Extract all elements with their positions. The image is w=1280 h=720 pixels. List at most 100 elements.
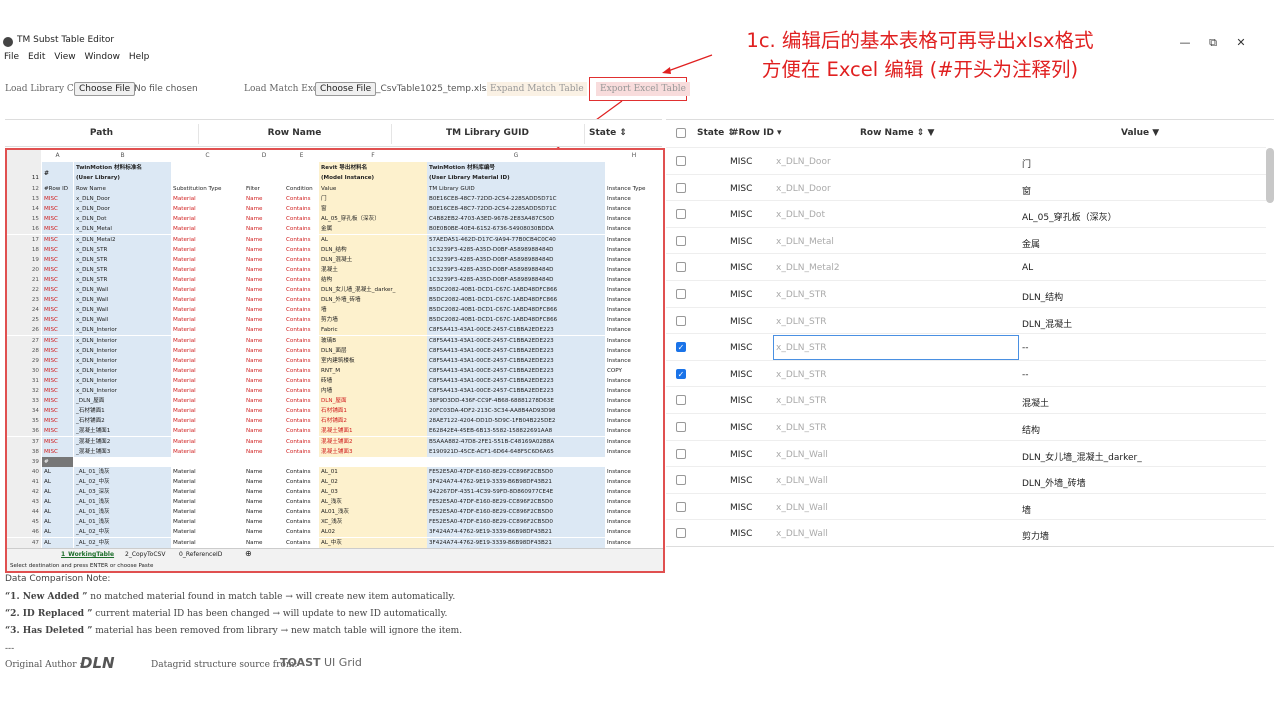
sheet-cell: 混凝土铺面2 xyxy=(319,436,427,447)
value-cell[interactable]: AL xyxy=(1022,263,1033,273)
row-id-cell[interactable]: MISC xyxy=(730,423,752,433)
value-cell[interactable]: 窗 xyxy=(1022,184,1031,197)
grid-row[interactable]: ✓ MISC x_DLN_STR -- xyxy=(666,333,1266,361)
row-id-cell[interactable]: MISC xyxy=(730,290,752,300)
row-id-cell[interactable]: MISC xyxy=(730,237,752,247)
row-name-cell[interactable]: x_DLN_Wall xyxy=(776,529,828,539)
sheet-tab-reference[interactable]: 0_ReferenceID xyxy=(179,551,222,558)
col-state-header-right[interactable]: State ⇕ xyxy=(697,128,735,138)
col-rowname-header-right[interactable]: Row Name ⇕ ▼ xyxy=(860,128,934,138)
row-name-cell[interactable]: x_DLN_Door xyxy=(776,184,831,194)
sheet-cell: C4B82EB2-4703-A3ED-9678-2E83A487C50D xyxy=(427,214,605,225)
sheet-cell: Material xyxy=(173,438,196,445)
export-excel-button[interactable]: Export Excel Table xyxy=(596,82,690,96)
row-id-cell[interactable]: MISC xyxy=(730,184,752,194)
row-checkbox[interactable] xyxy=(676,156,686,166)
row-name-cell[interactable]: x_DLN_STR xyxy=(773,335,1019,361)
value-cell[interactable]: -- xyxy=(1022,343,1029,353)
row-checkbox[interactable] xyxy=(676,262,686,273)
row-id-cell[interactable]: MISC xyxy=(730,503,752,513)
row-checkbox[interactable]: ✓ xyxy=(676,368,686,379)
grid-row[interactable]: MISC x_DLN_Wall DLN_女儿墙_混凝土_darker_ xyxy=(666,439,1266,467)
row-checkbox[interactable] xyxy=(676,475,686,486)
value-cell[interactable]: 墙 xyxy=(1022,503,1031,516)
row-id-cell[interactable]: MISC xyxy=(730,343,752,353)
row-checkbox[interactable] xyxy=(676,289,686,299)
col-guid-header[interactable]: TM Library GUID xyxy=(391,128,584,138)
sheet-tabs: 1_WorkingTable 2_CopyToCSV 0_ReferenceID… xyxy=(7,548,663,561)
row-checkbox[interactable] xyxy=(676,209,686,220)
row-id-cell[interactable]: MISC xyxy=(730,450,752,460)
grid-scrollbar[interactable] xyxy=(1266,148,1274,203)
grid-row[interactable]: MISC x_DLN_Metal 金属 xyxy=(666,226,1266,254)
row-checkbox[interactable] xyxy=(676,448,686,459)
row-id-cell[interactable]: MISC xyxy=(730,370,752,380)
grid-row[interactable]: MISC x_DLN_Wall 剪力墙 xyxy=(666,519,1266,546)
grid-row[interactable]: MISC x_DLN_Door 窗 xyxy=(666,173,1266,201)
expand-match-table-button[interactable]: Expand Match Table xyxy=(487,82,587,96)
value-cell[interactable]: 结构 xyxy=(1022,423,1040,436)
value-cell[interactable]: DLN_混凝土 xyxy=(1022,317,1072,330)
value-cell[interactable]: DLN_结构 xyxy=(1022,290,1063,303)
row-name-cell[interactable]: x_DLN_Wall xyxy=(776,476,828,486)
row-checkbox[interactable] xyxy=(676,235,686,246)
row-checkbox[interactable] xyxy=(676,182,686,193)
row-name-cell[interactable]: x_DLN_Dot xyxy=(776,210,825,220)
add-sheet-icon[interactable]: ⊕ xyxy=(245,549,252,558)
grid-row[interactable]: ✓ MISC x_DLN_STR -- xyxy=(666,359,1266,387)
row-id-cell[interactable]: MISC xyxy=(730,157,752,167)
value-cell[interactable]: AL_05_穿孔板（深灰） xyxy=(1022,210,1117,223)
col-value-header[interactable]: Value ▼ xyxy=(1121,128,1159,138)
row-checkbox[interactable] xyxy=(676,315,686,326)
value-cell[interactable]: 金属 xyxy=(1022,237,1040,250)
sheet-cell: Instance xyxy=(607,246,631,253)
col-rowid-header[interactable]: #Row ID ▾ xyxy=(731,128,782,138)
row-id-cell[interactable]: MISC xyxy=(730,476,752,486)
grid-row[interactable]: MISC x_DLN_Door 门 xyxy=(666,147,1266,174)
row-id-cell[interactable]: MISC xyxy=(730,263,752,273)
value-cell[interactable]: 剪力墙 xyxy=(1022,529,1049,542)
row-name-cell[interactable]: x_DLN_Metal xyxy=(776,237,834,247)
row-id-cell[interactable]: MISC xyxy=(730,210,752,220)
row-checkbox[interactable]: ✓ xyxy=(676,342,686,353)
row-id-cell[interactable]: MISC xyxy=(730,317,752,327)
value-cell[interactable]: 门 xyxy=(1022,157,1031,170)
sheet-tab-working[interactable]: 1_WorkingTable xyxy=(61,551,114,558)
row-name-cell[interactable]: x_DLN_Wall xyxy=(776,503,828,513)
choose-file-library-button[interactable]: Choose File xyxy=(74,82,136,96)
sheet-tab-copy[interactable]: 2_CopyToCSV xyxy=(125,551,165,558)
row-checkbox[interactable] xyxy=(676,528,686,539)
grid-row[interactable]: MISC x_DLN_STR 混凝土 xyxy=(666,386,1266,413)
value-cell[interactable]: DLN_女儿墙_混凝土_darker_ xyxy=(1022,450,1142,463)
row-name-cell[interactable]: x_DLN_Door xyxy=(776,157,831,167)
row-checkbox[interactable] xyxy=(676,501,686,512)
row-id-cell[interactable]: MISC xyxy=(730,396,752,406)
grid-row[interactable]: MISC x_DLN_Wall DLN_外墙_砖墙 xyxy=(666,466,1266,493)
row-name-cell[interactable]: x_DLN_STR xyxy=(776,290,826,300)
row-checkbox[interactable] xyxy=(676,422,686,432)
grid-row[interactable]: MISC x_DLN_STR 结构 xyxy=(666,413,1266,440)
grid-row[interactable]: MISC x_DLN_STR DLN_混凝土 xyxy=(666,306,1266,334)
sheet-cell: MISC xyxy=(42,396,73,407)
row-name-cell[interactable]: x_DLN_Metal2 xyxy=(776,263,840,273)
row-name-cell[interactable]: x_DLN_STR xyxy=(776,370,826,380)
value-cell[interactable]: DLN_外墙_砖墙 xyxy=(1022,476,1086,489)
row-name-cell[interactable]: x_DLN_STR xyxy=(776,317,826,327)
grid-row[interactable]: MISC x_DLN_Dot AL_05_穿孔板（深灰） xyxy=(666,200,1266,227)
value-cell[interactable]: -- xyxy=(1022,370,1029,380)
col-rowname-header[interactable]: Row Name xyxy=(198,128,391,138)
row-name-cell[interactable]: x_DLN_Wall xyxy=(776,450,828,460)
select-all-checkbox[interactable] xyxy=(676,128,686,138)
col-state-header[interactable]: State ⇕ xyxy=(589,128,639,138)
value-cell[interactable]: 混凝土 xyxy=(1022,396,1049,409)
grid-row[interactable]: MISC x_DLN_STR DLN_结构 xyxy=(666,280,1266,307)
sheet-cell: Name xyxy=(246,499,263,506)
col-path-header[interactable]: Path xyxy=(5,128,198,138)
row-name-cell[interactable]: x_DLN_STR xyxy=(776,396,826,406)
grid-row[interactable]: MISC x_DLN_Metal2 AL xyxy=(666,253,1266,280)
row-checkbox[interactable] xyxy=(676,395,686,406)
row-id-cell[interactable]: MISC xyxy=(730,529,752,539)
grid-row[interactable]: MISC x_DLN_Wall 墙 xyxy=(666,492,1266,520)
row-name-cell[interactable]: x_DLN_STR xyxy=(776,423,826,433)
choose-file-match-button[interactable]: Choose File xyxy=(315,82,377,96)
